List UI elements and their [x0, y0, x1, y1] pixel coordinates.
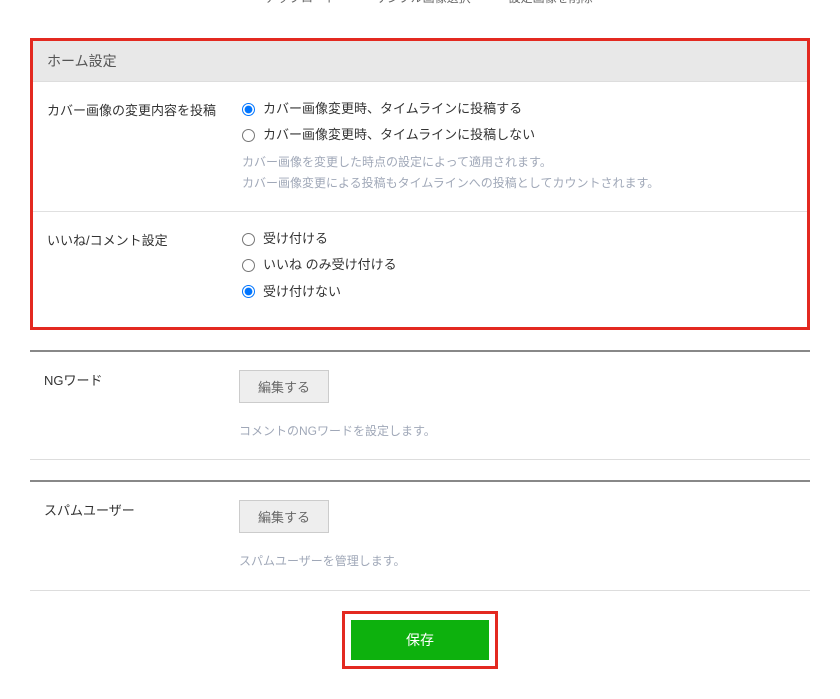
ngword-panel: NGワード 編集する コメントのNGワードを設定します。: [30, 350, 810, 460]
cover-post-radio-post-label: カバー画像変更時、タイムラインに投稿する: [263, 100, 522, 118]
save-row: 保存: [30, 611, 810, 669]
cover-post-help-line2: カバー画像変更による投稿もタイムラインへの投稿としてカウントされます。: [242, 173, 793, 193]
cover-post-radio-post[interactable]: [242, 103, 255, 116]
spam-label: スパムユーザー: [44, 500, 239, 571]
top-button-row: アップロード サンプル画像選択 設定画像を削除: [250, 0, 810, 18]
home-settings-panel: ホーム設定 カバー画像の変更内容を投稿 カバー画像変更時、タイムラインに投稿する…: [30, 38, 810, 330]
cover-post-option-nopost[interactable]: カバー画像変更時、タイムラインに投稿しない: [242, 126, 793, 144]
like-comment-radio-accept-label: 受け付ける: [263, 230, 328, 248]
cover-post-radio-nopost[interactable]: [242, 129, 255, 142]
like-comment-radio-reject-label: 受け付けない: [263, 283, 341, 301]
cover-post-row: カバー画像の変更内容を投稿 カバー画像変更時、タイムラインに投稿する カバー画像…: [33, 82, 807, 212]
cover-post-help-line1: カバー画像を変更した時点の設定によって適用されます。: [242, 152, 793, 172]
cover-post-controls: カバー画像変更時、タイムラインに投稿する カバー画像変更時、タイムラインに投稿し…: [242, 100, 793, 193]
ngword-label: NGワード: [44, 370, 239, 441]
spam-edit-button[interactable]: 編集する: [239, 500, 329, 533]
save-highlight-box: 保存: [342, 611, 498, 669]
like-comment-label: いいね/コメント設定: [47, 230, 242, 309]
like-comment-option-accept[interactable]: 受け付ける: [242, 230, 793, 248]
like-comment-radio-accept[interactable]: [242, 233, 255, 246]
ngword-edit-button[interactable]: 編集する: [239, 370, 329, 403]
like-comment-option-likeonly[interactable]: いいね のみ受け付ける: [242, 256, 793, 274]
spam-help: スパムユーザーを管理します。: [239, 551, 796, 571]
home-settings-header: ホーム設定: [33, 41, 807, 82]
spam-panel: スパムユーザー 編集する スパムユーザーを管理します。: [30, 480, 810, 590]
like-comment-row: いいね/コメント設定 受け付ける いいね のみ受け付ける 受け付けない: [33, 212, 807, 327]
like-comment-radio-likeonly[interactable]: [242, 259, 255, 272]
cover-post-label: カバー画像の変更内容を投稿: [47, 100, 242, 193]
cover-post-option-post[interactable]: カバー画像変更時、タイムラインに投稿する: [242, 100, 793, 118]
cover-post-help: カバー画像を変更した時点の設定によって適用されます。 カバー画像変更による投稿も…: [242, 152, 793, 193]
ngword-help: コメントのNGワードを設定します。: [239, 421, 796, 441]
like-comment-option-reject[interactable]: 受け付けない: [242, 283, 793, 301]
like-comment-controls: 受け付ける いいね のみ受け付ける 受け付けない: [242, 230, 793, 309]
save-button[interactable]: 保存: [351, 620, 489, 660]
like-comment-radio-likeonly-label: いいね のみ受け付ける: [263, 256, 397, 274]
cover-post-radio-nopost-label: カバー画像変更時、タイムラインに投稿しない: [263, 126, 535, 144]
like-comment-radio-reject[interactable]: [242, 285, 255, 298]
